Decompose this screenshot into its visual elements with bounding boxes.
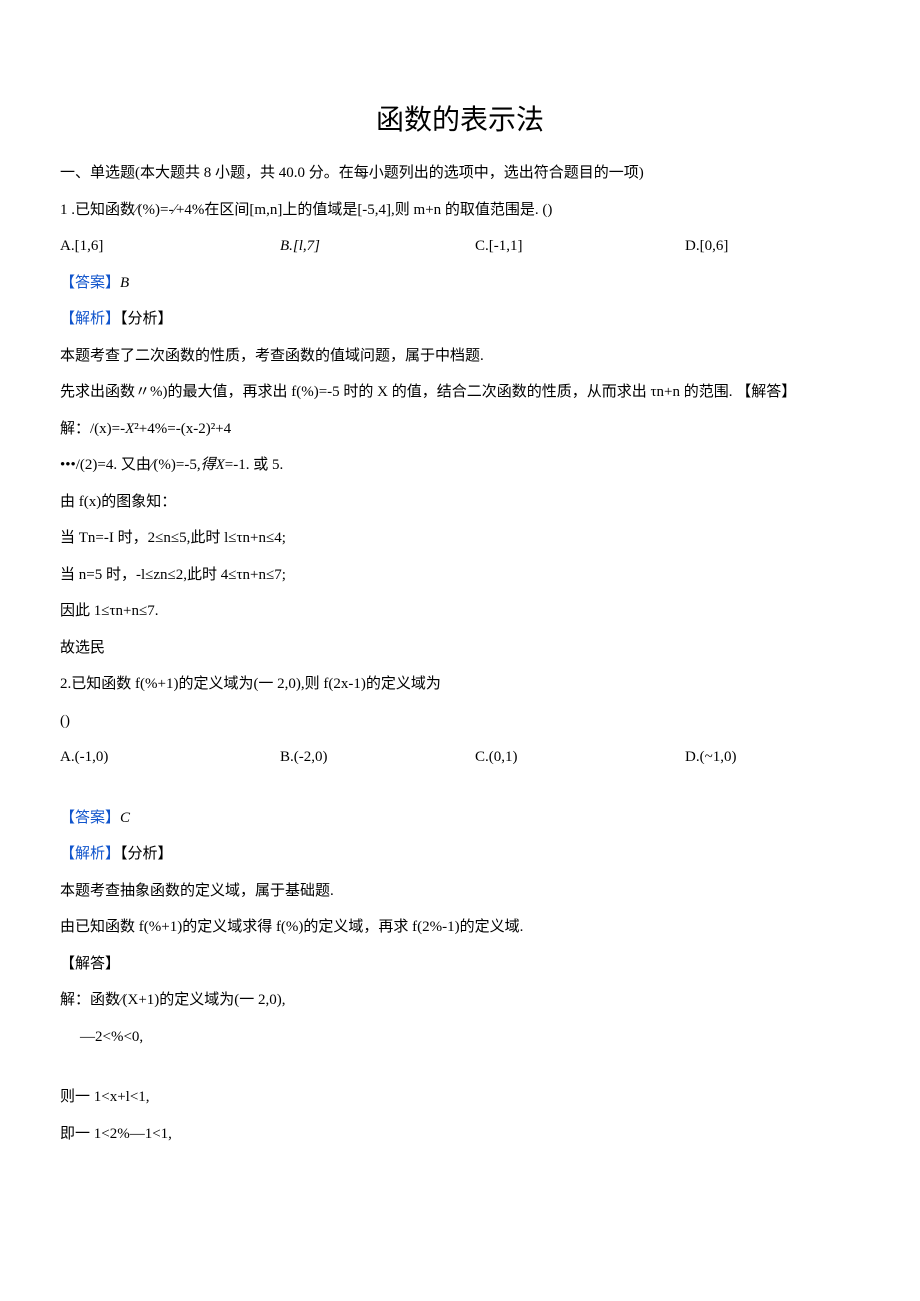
q2-option-b: B.(-2,0): [280, 746, 475, 769]
q2-option-a: A.(-1,0): [60, 746, 280, 769]
q2-answer: 【答案】C: [60, 807, 860, 830]
q1-line4-dei: 得: [201, 457, 216, 473]
answer-label: 【答案】: [60, 810, 120, 826]
q1-line3-mid: ²+4%=-(x-2)²+4: [134, 421, 231, 437]
q1-line4-pre: •••/(2)=4. 又由∕(%)=-5,: [60, 457, 201, 473]
q2-options: A.(-1,0) B.(-2,0) C.(0,1) D.(~1,0): [60, 746, 860, 769]
q2-stem: 2.已知函数 f(%+1)的定义域为(一 2,0),则 f(2x-1)的定义域为: [60, 673, 860, 696]
q1-option-c: C.[-1,1]: [475, 235, 685, 258]
q1-option-a: A.[1,6]: [60, 235, 280, 258]
q1-line7: 当 n=5 时，-l≤zn≤2,此时 4≤τn+n≤7;: [60, 564, 860, 587]
q2-line3: 【解答】: [60, 953, 860, 976]
q1-line3: 解：/(x)=-X²+4%=-(x-2)²+4: [60, 418, 860, 441]
q2-paren: (): [60, 710, 860, 733]
q1-line2: 先求出函数〃%)的最大值，再求出 f(%)=-5 时的 X 的值，结合二次函数的…: [60, 381, 860, 404]
q1-line6: 当 Tn=-I 时，2≤n≤5,此时 l≤τn+n≤4;: [60, 527, 860, 550]
q1-line4-x: X: [216, 457, 225, 473]
answer-label: 【答案】: [60, 275, 120, 291]
q1-line4-post: =-1. 或 5.: [225, 457, 283, 473]
q1-option-b: B.[l,7]: [280, 235, 475, 258]
q2-option-d: D.(~1,0): [685, 746, 736, 769]
q1-answer: 【答案】B: [60, 272, 860, 295]
analysis-label-1: 【解析】: [60, 311, 120, 327]
answer-value: B: [120, 275, 129, 291]
analysis-label-2: 【分析】: [120, 846, 173, 862]
q2-line2: 由已知函数 f(%+1)的定义域求得 f(%)的定义域，再求 f(2%-1)的定…: [60, 916, 860, 939]
q2-option-c: C.(0,1): [475, 746, 685, 769]
q1-stem: 1 .已知函数∕(%)=-∕+4%在区间[m,n]上的值域是[-5,4],则 m…: [60, 199, 860, 222]
analysis-label-1: 【解析】: [60, 846, 120, 862]
q2-line4: 解：函数∕(X+1)的定义域为(一 2,0),: [60, 989, 860, 1012]
q1-analysis-label: 【解析】【分析】: [60, 308, 860, 331]
q2-analysis-label: 【解析】【分析】: [60, 843, 860, 866]
q1-line9: 故选民: [60, 637, 860, 660]
analysis-label-2: 【分析】: [120, 311, 173, 327]
q1-line3-pre: 解：/(x)=-: [60, 421, 125, 437]
q2-line6: 则一 1<x+l<1,: [60, 1086, 860, 1109]
q1-line3-x2: X: [125, 421, 134, 437]
q2-line5: —2<%<0,: [60, 1026, 860, 1049]
q1-line5: 由 f(x)的图象知：: [60, 491, 860, 514]
q1-line8: 因此 1≤τn+n≤7.: [60, 600, 860, 623]
q1-option-d: D.[0,6]: [685, 235, 728, 258]
q1-options: A.[1,6] B.[l,7] C.[-1,1] D.[0,6]: [60, 235, 860, 258]
section-heading: 一、单选题(本大题共 8 小题，共 40.0 分。在每小题列出的选项中，选出符合…: [60, 162, 860, 185]
q1-line1: 本题考查了二次函数的性质，考查函数的值域问题，属于中档题.: [60, 345, 860, 368]
q2-line1: 本题考查抽象函数的定义域，属于基础题.: [60, 880, 860, 903]
answer-value: C: [120, 810, 130, 826]
q1-line4: •••/(2)=4. 又由∕(%)=-5,得X=-1. 或 5.: [60, 454, 860, 477]
q2-line7: 即一 1<2%—1<1,: [60, 1123, 860, 1146]
page-title: 函数的表示法: [60, 100, 860, 142]
